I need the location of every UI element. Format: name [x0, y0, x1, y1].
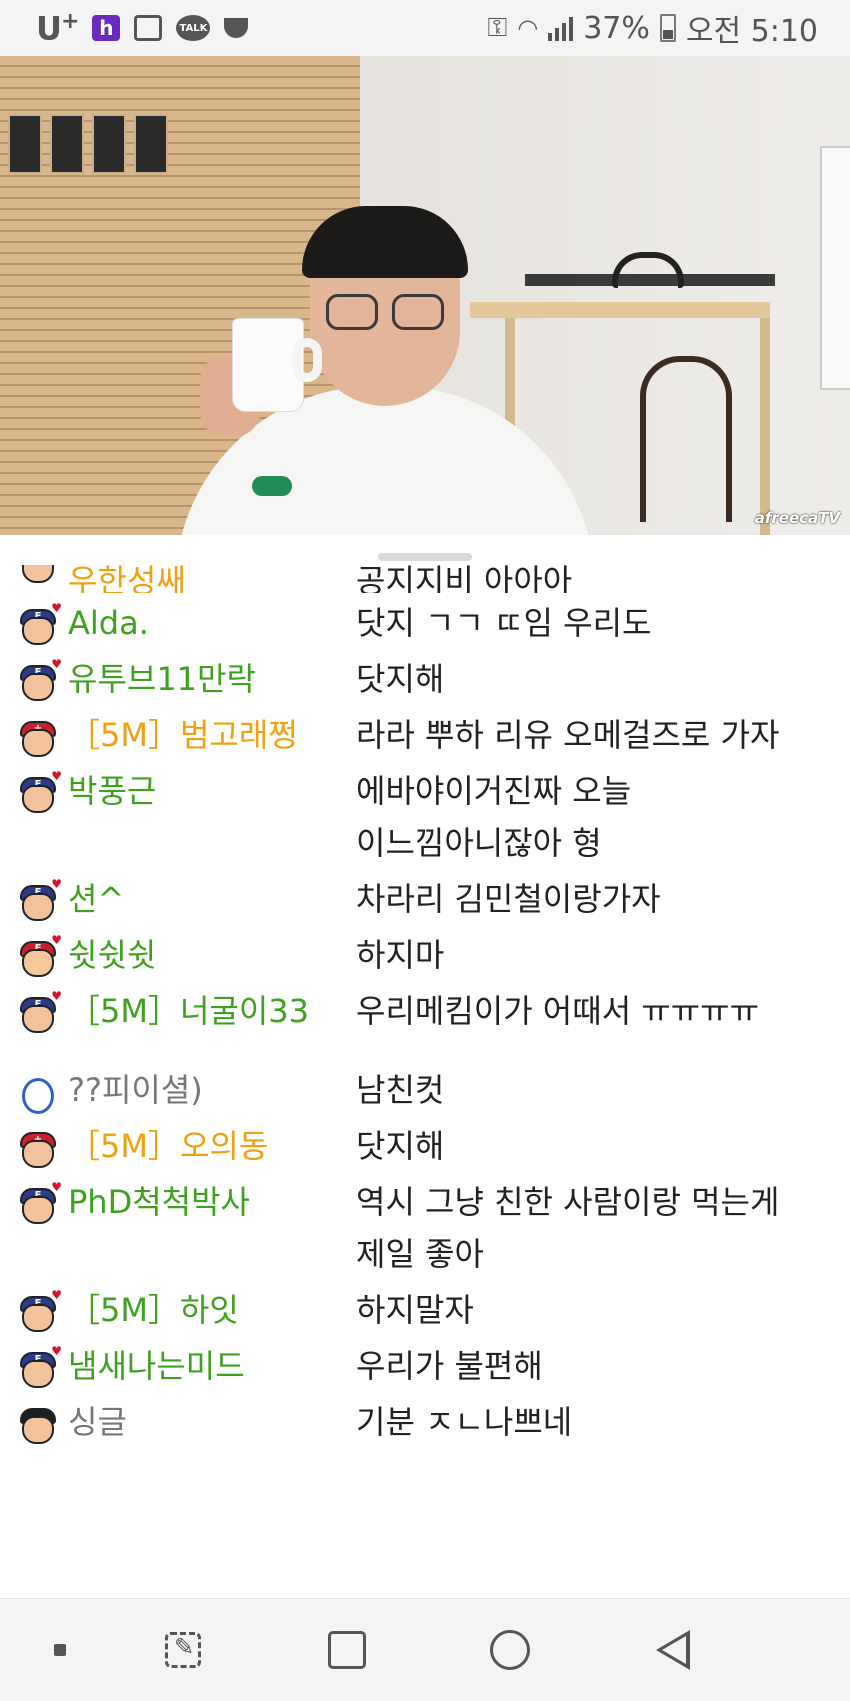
chat-message: 닷지 ㄱㄱ ㄸ임 우리도 — [356, 604, 652, 642]
chat-row: 우한성쌔 공지지비 아아아 — [0, 565, 850, 593]
chat-row: F♥ 유투브11만락 닷지해 — [0, 649, 850, 705]
video-player[interactable]: afreecaTV — [0, 56, 850, 535]
recents-button[interactable] — [302, 1599, 392, 1701]
gallery-icon — [134, 15, 163, 41]
navigation-bar — [0, 1598, 850, 1701]
chat-message: 기분 ㅈㄴ나쁘네 — [356, 1403, 573, 1441]
chat-nickname[interactable]: 싱글 — [68, 1392, 330, 1448]
chat-row: F♥ 션^ 차라리 김민철이랑가자 — [0, 869, 850, 925]
chat-nickname[interactable]: ［5M］하잇 — [68, 1280, 330, 1336]
chat-row: 싱글 기분 ㅈㄴ나쁘네 — [0, 1392, 850, 1448]
user-avatar: F♥ — [18, 1180, 62, 1226]
capture-edit-icon — [165, 1632, 201, 1668]
chat-message: 에바야이거진짜 오늘 이느낌아니잖아 형 — [356, 772, 632, 862]
key-icon: ⚿ — [487, 12, 508, 43]
user-avatar: F♥ — [18, 601, 62, 647]
afreecatv-watermark: afreecaTV — [754, 509, 840, 527]
chat-message: 남친컷 — [356, 1071, 445, 1109]
glasses — [326, 294, 446, 330]
status-bar: U+ h TALK ⚿ ◠ 37% 오전 5:10 — [0, 0, 850, 56]
chat-drag-handle[interactable] — [378, 553, 472, 561]
user-avatar: F♥ — [18, 933, 62, 979]
user-avatar — [18, 565, 58, 585]
user-avatar — [18, 1074, 58, 1114]
chat-nickname[interactable]: ??피이셜) — [68, 1060, 330, 1116]
chat-message: 라라 뿌하 리유 오메걸즈로 가자 — [356, 716, 780, 754]
chat-row: F♥ ［5M］하잇 하지말자 — [0, 1280, 850, 1336]
battery-icon — [659, 14, 676, 42]
chat-nickname[interactable]: 유투브11만락 — [68, 649, 330, 705]
chat-row: F♥ 쉿쉿쉿 하지마 — [0, 925, 850, 981]
chat-nickname[interactable]: 우한성쌔 — [68, 565, 330, 593]
wifi-icon: ◠ — [517, 14, 539, 42]
h-app-icon: h — [92, 15, 121, 41]
chat-nickname[interactable]: 냄새나는미드 — [68, 1336, 330, 1392]
chat-message: 공지지비 아아아 — [356, 565, 573, 593]
home-button[interactable] — [465, 1599, 555, 1701]
chat-row: F♥ 냄새나는미드 우리가 불편해 — [0, 1336, 850, 1392]
kakaotalk-icon: TALK — [176, 15, 211, 41]
chat-message: 역시 그냥 친한 사람이랑 먹는게 제일 좋아 — [356, 1183, 780, 1273]
user-avatar: + — [18, 719, 58, 759]
chat-message: 닷지해 — [356, 660, 445, 698]
back-button[interactable] — [628, 1599, 718, 1701]
chat-row: + ［5M］오의동 닷지해 — [0, 1116, 850, 1172]
user-avatar: F♥ — [18, 877, 62, 923]
chat-message: 우리메킴이가 어때서 ㅠㅠㅠㅠ — [356, 992, 760, 1030]
chair — [640, 356, 732, 522]
chat-row: F♥ 박풍근 에바야이거진짜 오늘 이느낌아니잖아 형 — [0, 761, 850, 869]
user-avatar: F♥ — [18, 1344, 62, 1390]
shirt-logo — [252, 476, 292, 496]
chat-nickname[interactable]: 쉿쉿쉿 — [68, 925, 330, 981]
user-avatar: F♥ — [18, 769, 62, 815]
chat-message: 하지마 — [356, 936, 445, 974]
chat-message: 우리가 불편해 — [356, 1347, 543, 1385]
chat-nickname[interactable]: ［5M］오의동 — [68, 1116, 330, 1172]
chat-nickname[interactable]: 션^ — [68, 869, 330, 925]
coffee-cup-icon — [224, 18, 249, 38]
user-avatar — [18, 1406, 58, 1446]
chat-row: F♥ ［5M］너굴이33 우리메킴이가 어때서 ㅠㅠㅠㅠ — [0, 981, 850, 1060]
user-avatar: + — [18, 1130, 58, 1170]
carrier-label: U+ — [36, 8, 79, 48]
battery-percent: 37% — [583, 10, 650, 46]
circle-icon — [490, 1630, 530, 1670]
user-avatar: F♥ — [18, 989, 62, 1035]
square-icon — [328, 1631, 366, 1669]
screen-capture-button[interactable] — [138, 1599, 228, 1701]
chat-nickname[interactable]: ［5M］범고래쩡 — [68, 705, 330, 761]
chat-nickname[interactable]: PhD척척박사 — [68, 1172, 330, 1280]
clock: 오전 5:10 — [685, 14, 818, 49]
user-avatar: F♥ — [18, 1288, 62, 1334]
desk — [470, 302, 770, 318]
whiteboard — [820, 146, 850, 390]
wall-frames — [8, 114, 168, 174]
chat-message: 닷지해 — [356, 1127, 445, 1165]
chat-nickname[interactable]: Alda. — [68, 593, 330, 649]
chat-row: F♥ Alda. 닷지 ㄱㄱ ㄸ임 우리도 — [0, 593, 850, 649]
chat-row: ??피이셜) 남친컷 — [0, 1060, 850, 1116]
chat-message: 차라리 김민철이랑가자 — [356, 880, 661, 918]
chat-nickname[interactable]: ［5M］너굴이33 — [68, 981, 330, 1060]
dot-icon — [54, 1644, 66, 1656]
back-triangle-icon — [656, 1630, 690, 1670]
chat-list[interactable]: 우한성쌔 공지지비 아아아 F♥ Alda. 닷지 ㄱㄱ ㄸ임 우리도 F♥ 유… — [0, 565, 850, 1598]
nav-dot-button[interactable] — [15, 1599, 105, 1701]
chat-message: 하지말자 — [356, 1291, 474, 1329]
signal-icon — [548, 15, 574, 41]
chat-nickname[interactable]: 박풍근 — [68, 761, 330, 869]
chat-row: F♥ PhD척척박사 역시 그냥 친한 사람이랑 먹는게 제일 좋아 — [0, 1172, 850, 1280]
chat-row: + ［5M］범고래쩡 라라 뿌하 리유 오메걸즈로 가자 — [0, 705, 850, 761]
user-avatar: F♥ — [18, 657, 62, 703]
